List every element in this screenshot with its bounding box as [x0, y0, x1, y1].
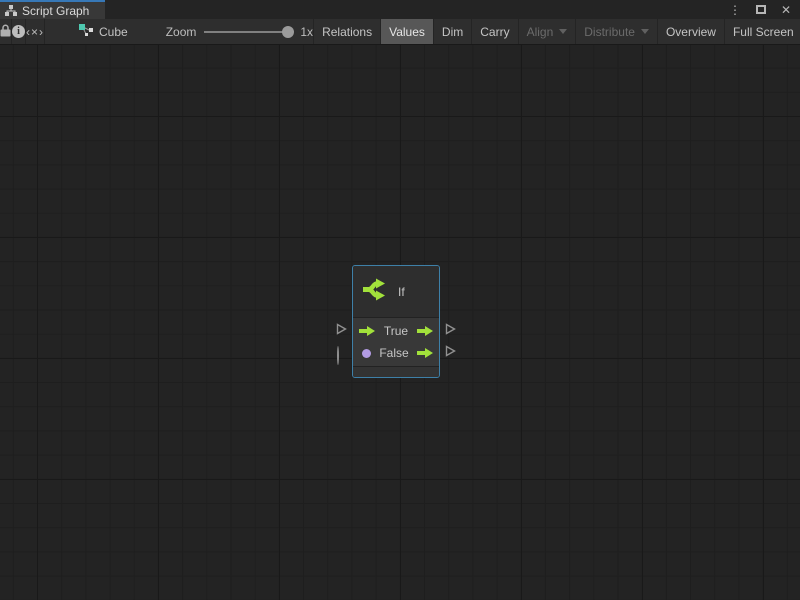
tab-title: Script Graph: [22, 4, 89, 18]
more-menu-icon[interactable]: ⋮: [729, 4, 741, 16]
chevron-down-icon: [559, 29, 567, 34]
values-button[interactable]: Values: [380, 19, 433, 44]
if-node-header[interactable]: If: [353, 266, 439, 318]
full-screen-button[interactable]: Full Screen: [724, 19, 800, 44]
flow-input-port[interactable]: [359, 326, 375, 336]
false-port-label: False: [371, 346, 417, 360]
zoom-label: Zoom: [166, 25, 197, 39]
false-port-row: False: [353, 342, 439, 364]
true-port-label: True: [375, 324, 417, 338]
condition-value-port[interactable]: [359, 349, 371, 358]
false-output-port[interactable]: [417, 348, 433, 358]
script-graph-asset-icon: [79, 24, 93, 39]
graph-name-label: Cube: [99, 25, 128, 39]
dim-button[interactable]: Dim: [433, 19, 471, 44]
toolbar-button-group: Relations Values Dim Carry Align Distrib…: [313, 19, 800, 44]
distribute-dropdown[interactable]: Distribute: [575, 19, 657, 44]
chevron-down-icon: [641, 29, 649, 34]
true-output-connection-port[interactable]: [445, 323, 456, 335]
if-node-footer: [353, 366, 439, 377]
zoom-slider[interactable]: [204, 31, 292, 33]
true-port-row: True: [353, 320, 439, 342]
maximize-icon[interactable]: [756, 5, 766, 14]
close-icon[interactable]: ✕: [781, 4, 791, 16]
info-button[interactable]: i: [12, 19, 26, 44]
graph-hierarchy-icon: [5, 5, 17, 16]
if-node-body: True False: [353, 318, 439, 366]
condition-value-connection-port[interactable]: [337, 347, 339, 365]
angle-brackets-x-icon: ‹×›: [26, 25, 44, 39]
relations-button[interactable]: Relations: [313, 19, 380, 44]
window-controls: ⋮ ✕: [729, 0, 800, 19]
node-title: If: [398, 285, 405, 299]
info-icon: i: [12, 25, 25, 38]
value-port-dot-icon: [362, 349, 371, 358]
graph-canvas[interactable]: If True False: [0, 45, 800, 600]
script-graph-window: Script Graph ⋮ ✕ i ‹×›: [0, 0, 800, 600]
flow-input-connection-port[interactable]: [336, 323, 347, 335]
tab-bar: Script Graph ⋮ ✕: [0, 0, 800, 19]
false-output-connection-port[interactable]: [445, 345, 456, 357]
zoom-slider-thumb[interactable]: [282, 26, 294, 38]
overview-button[interactable]: Overview: [657, 19, 724, 44]
align-dropdown[interactable]: Align: [518, 19, 576, 44]
ports-toggle-button[interactable]: ‹×›: [26, 19, 45, 44]
zoom-value: 1x: [300, 25, 313, 39]
lock-button[interactable]: [0, 19, 12, 44]
graph-reference[interactable]: Cube: [67, 19, 140, 44]
lock-icon: [0, 24, 11, 40]
tab-script-graph[interactable]: Script Graph: [0, 0, 105, 19]
value-port-circle-icon: [337, 346, 339, 365]
carry-button[interactable]: Carry: [471, 19, 517, 44]
true-output-port[interactable]: [417, 326, 433, 336]
zoom-control: Zoom 1x: [166, 19, 313, 44]
if-node[interactable]: If True False: [352, 265, 440, 378]
graph-toolbar: i ‹×› Cube Zoom 1x Rel: [0, 19, 800, 45]
branch-icon: [362, 278, 389, 306]
